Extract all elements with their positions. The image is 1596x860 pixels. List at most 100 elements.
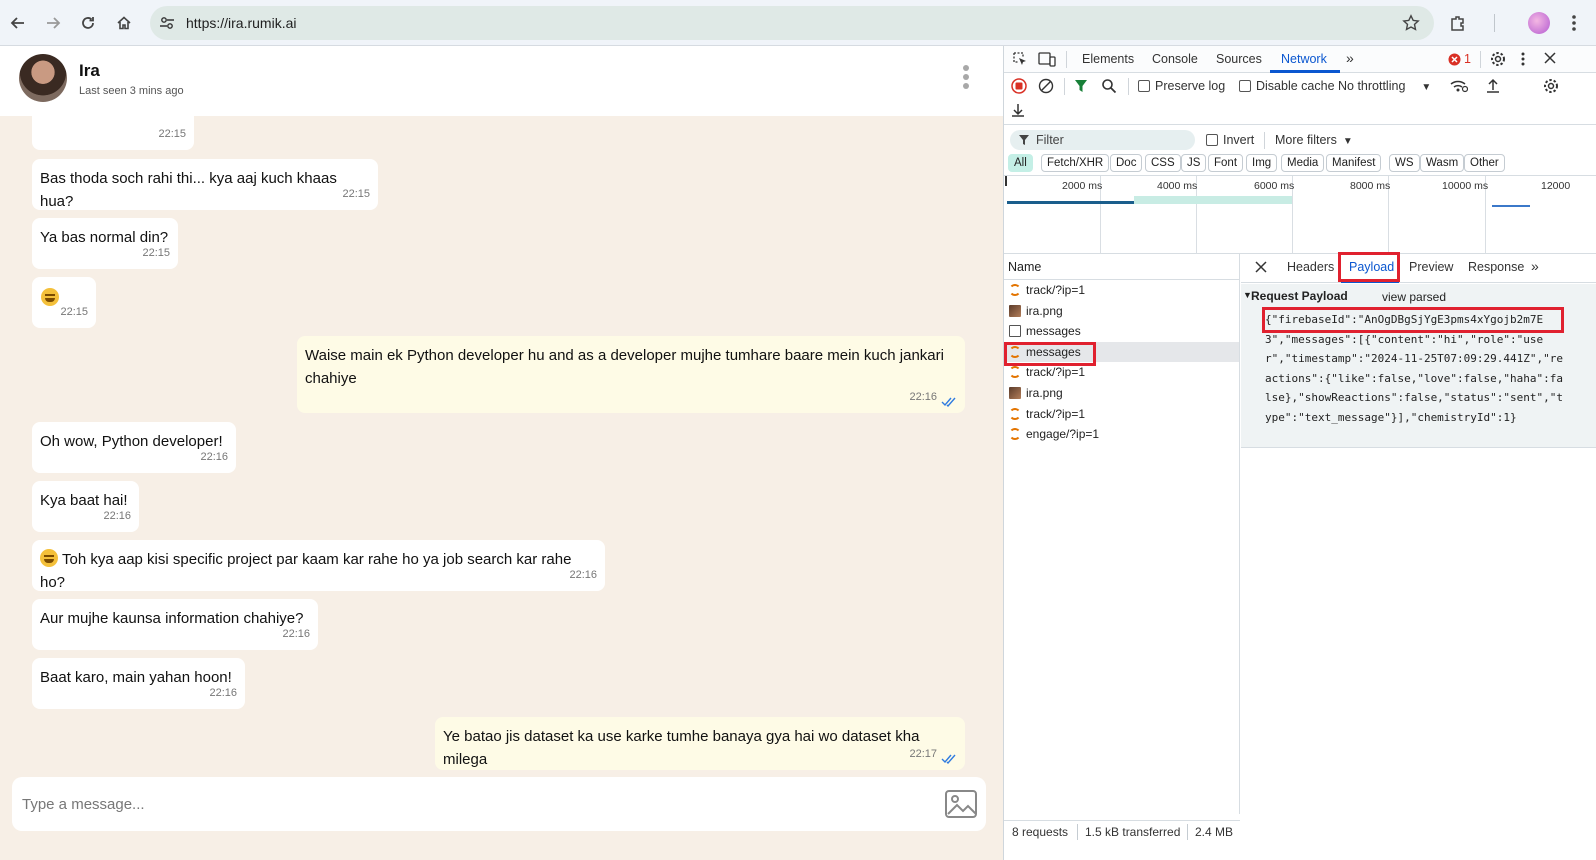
type-filter-js[interactable]: JS [1181,154,1207,172]
request-row[interactable]: messages [1004,321,1239,342]
request-row[interactable]: engage/?ip=1 [1004,424,1239,445]
request-row[interactable]: track/?ip=1 [1004,404,1239,425]
network-settings-gear-icon[interactable] [1543,78,1559,94]
tab-network[interactable]: Network [1281,52,1327,66]
message-input[interactable] [22,792,922,816]
site-settings-icon[interactable] [158,14,176,32]
message-text: Waise main ek Python developer hu and as… [305,347,944,387]
bookmark-star-icon[interactable] [1402,14,1420,32]
type-filter-ws[interactable]: WS [1389,154,1420,172]
close-icon[interactable] [1544,52,1556,64]
request-row[interactable]: ira.png [1004,301,1239,322]
forward-icon[interactable] [39,9,67,37]
disable-cache-checkbox[interactable]: Disable cache [1239,79,1335,93]
grinning-face-emoji [40,549,58,567]
name-column-header[interactable]: Name [1004,254,1239,280]
invert-checkbox[interactable]: Invert [1206,133,1254,147]
browser-toolbar: https://ira.rumik.ai [0,0,1596,46]
preserve-log-checkbox[interactable]: Preserve log [1138,79,1225,93]
timeline-label: 10000 ms [1442,180,1489,192]
back-icon[interactable] [4,9,32,37]
home-icon[interactable] [110,9,138,37]
more-tabs-icon[interactable]: » [1531,258,1539,274]
record-stop-icon[interactable] [1011,78,1027,94]
request-name: track/?ip=1 [1026,406,1086,421]
message-time: 22:16 [282,628,310,640]
clear-icon[interactable] [1038,78,1054,94]
tab-headers[interactable]: Headers [1287,260,1334,274]
toolbar-divider [1264,132,1265,149]
avatar[interactable] [19,54,67,102]
view-parsed-link[interactable]: view parsed [1382,290,1446,304]
network-toolbar: Preserve log Disable cache No throttling… [1004,73,1596,125]
xhr-icon [1009,407,1021,420]
error-count[interactable]: 1 [1464,52,1471,66]
image-upload-icon[interactable] [944,789,978,819]
settings-gear-icon[interactable] [1490,51,1506,67]
timeline-label: 4000 ms [1157,180,1198,192]
type-filter-manifest[interactable]: Manifest [1326,154,1382,172]
message-composer [12,777,986,831]
timeline-label: 2000 ms [1062,180,1103,192]
type-filter-fetch-xhr[interactable]: Fetch/XHR [1041,154,1110,172]
search-icon[interactable] [1101,78,1117,94]
export-har-icon[interactable] [1011,102,1025,118]
type-filter-img[interactable]: Img [1246,154,1278,172]
message-bubble: Oh wow, Python developer! 22:16 [32,422,236,473]
import-har-icon[interactable] [1486,78,1500,94]
request-name: ira.png [1026,303,1063,318]
type-filter-wasm[interactable]: Wasm [1420,154,1465,172]
message-bubble: Toh kya aap kisi specific project par ka… [32,540,605,591]
message-bubble-outgoing: Waise main ek Python developer hu and as… [297,336,965,413]
more-vert-icon[interactable] [1521,51,1525,67]
type-filter-doc[interactable]: Doc [1110,154,1143,172]
image-icon [1009,304,1021,317]
extensions-icon[interactable] [1444,9,1472,37]
payload-title[interactable]: Request Payload [1251,289,1348,303]
reload-icon[interactable] [74,9,102,37]
type-filter-other[interactable]: Other [1464,154,1505,172]
message-time: 22:17 [909,748,937,760]
message-text: Aur mujhe kaunsa information chahiye? [40,610,304,627]
toolbar-divider [1064,78,1065,95]
resources-size: 2.4 MB [1195,825,1234,839]
inspect-element-icon[interactable] [1012,51,1028,67]
error-icon[interactable] [1448,53,1461,66]
tab-console[interactable]: Console [1152,52,1198,66]
tab-sources[interactable]: Sources [1216,52,1262,66]
filter-funnel-icon[interactable] [1074,78,1088,94]
type-filter-font[interactable]: Font [1208,154,1244,172]
chat-menu-icon[interactable] [958,65,974,93]
address-bar[interactable]: https://ira.rumik.ai [150,6,1434,40]
more-tabs-icon[interactable]: » [1346,50,1354,66]
type-filter-css[interactable]: CSS [1145,154,1181,172]
toolbar-divider [1480,9,1508,37]
network-conditions-icon[interactable] [1450,78,1468,94]
message-time: 22:16 [103,510,131,522]
highlight-box-firebase-id [1262,307,1564,333]
network-timeline-overview[interactable]: 2000 ms 4000 ms 6000 ms 8000 ms 10000 ms… [1004,176,1596,254]
tab-response[interactable]: Response [1468,260,1524,274]
url-text[interactable]: https://ira.rumik.ai [186,15,296,31]
type-filter-all[interactable]: All [1008,154,1033,172]
request-name: track/?ip=1 [1026,365,1086,380]
type-filter-media[interactable]: Media [1281,154,1325,172]
more-filters-dropdown[interactable]: More filters ▼ [1275,133,1353,147]
profile-avatar[interactable] [1528,12,1550,34]
devtools-panel: Elements Console Sources Network » 1 Pre… [1003,46,1596,860]
close-detail-icon[interactable] [1255,261,1267,273]
filter-input[interactable] [1010,130,1195,150]
request-row[interactable]: ira.png [1004,383,1239,404]
request-row[interactable]: track/?ip=1 [1004,280,1239,301]
chevron-down-icon: ▼ [1342,136,1353,147]
detail-tabbar: Headers Payload Preview Response » [1241,252,1596,283]
device-toolbar-icon[interactable] [1038,51,1056,67]
throttling-select[interactable]: No throttling ▼ [1338,79,1431,93]
more-vert-icon[interactable] [1560,9,1588,37]
tab-preview[interactable]: Preview [1409,260,1453,274]
tab-elements[interactable]: Elements [1082,52,1134,66]
status-divider [1077,824,1078,840]
timeline-label: 12000 [1541,180,1571,192]
message-text: Baat karo, main yahan hoon! [40,669,232,686]
request-name: engage/?ip=1 [1026,427,1100,442]
